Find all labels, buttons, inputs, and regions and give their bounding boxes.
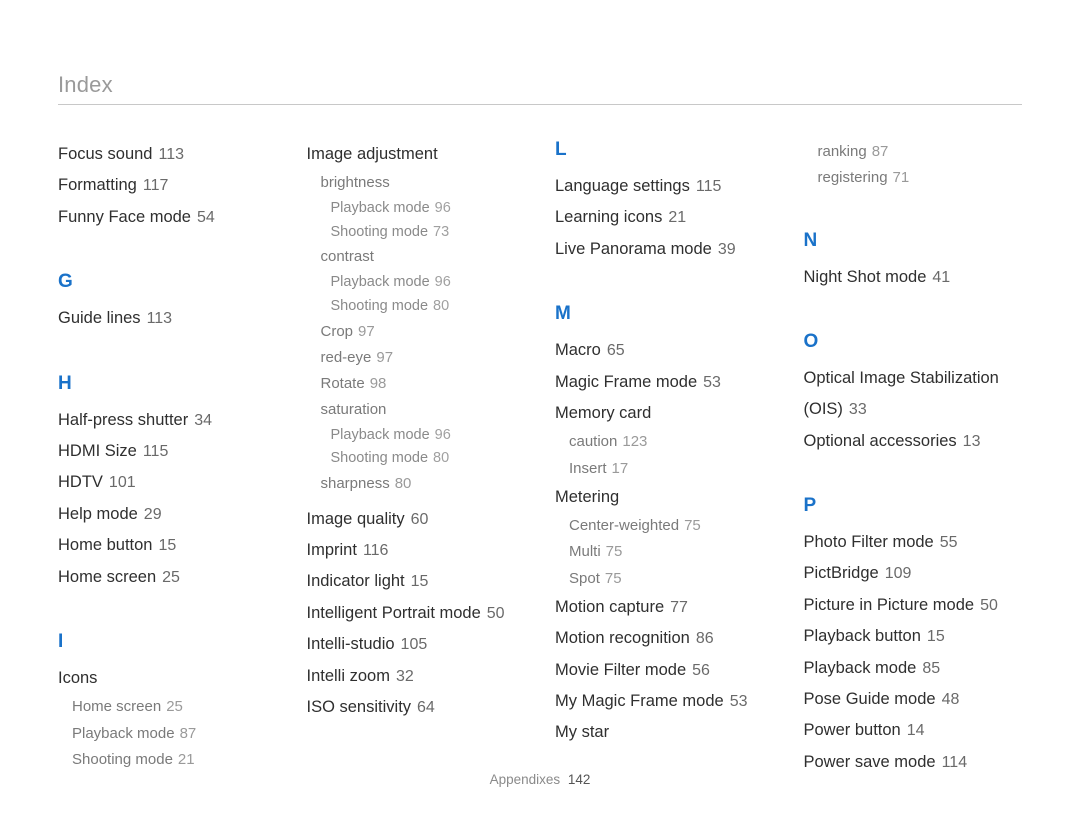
index-subentry: brightness [321, 170, 526, 196]
index-entry: Intelligent Portrait mode50 [307, 598, 526, 629]
index-letter-g: G [58, 271, 277, 293]
index-subsubentry: Shooting mode80 [331, 295, 526, 319]
index-entry: Home button15 [58, 530, 277, 561]
index-subentry: registering71 [818, 165, 1023, 191]
index-entry: Icons [58, 663, 277, 694]
index-entry: Playback mode85 [804, 653, 1023, 684]
index-entry: Imprint116 [307, 535, 526, 566]
index-subentry: Insert17 [569, 456, 774, 482]
index-entry: Focus sound113 [58, 139, 277, 170]
index-entry: Intelli-studio105 [307, 629, 526, 660]
footer-label: Appendixes [490, 772, 561, 787]
index-entry: Formatting117 [58, 170, 277, 201]
index-subentry: red-eye97 [321, 345, 526, 371]
index-columns: Focus sound113 Formatting117 Funny Face … [58, 139, 1022, 778]
index-subsubentry: Playback mode96 [331, 197, 526, 221]
index-entry: Optional accessories13 [804, 426, 1023, 457]
index-entry: Optical Image Stabilization (OIS)33 [804, 363, 1023, 426]
index-entry: Movie Filter mode56 [555, 655, 774, 686]
index-subentry: Playback mode87 [72, 721, 277, 747]
index-subentry: Multi75 [569, 539, 774, 565]
index-entry: Pose Guide mode48 [804, 684, 1023, 715]
index-entry: Magic Frame mode53 [555, 367, 774, 398]
index-entry: Macro65 [555, 335, 774, 366]
index-subsubentry: Shooting mode80 [331, 447, 526, 471]
index-entry: ISO sensitivity64 [307, 692, 526, 723]
index-column-4: ranking87 registering71 N Night Shot mod… [804, 139, 1023, 778]
index-subentry: Crop97 [321, 319, 526, 345]
index-entry: Photo Filter mode55 [804, 527, 1023, 558]
index-letter-o: O [804, 331, 1023, 353]
index-entry: Metering [555, 482, 774, 513]
footer-page-number: 142 [568, 772, 591, 787]
index-entry: Guide lines113 [58, 303, 277, 334]
index-entry: Half-press shutter34 [58, 405, 277, 436]
index-subentry: saturation [321, 397, 526, 423]
index-entry: Power button14 [804, 715, 1023, 746]
index-entry: My star [555, 717, 774, 748]
page-footer: Appendixes 142 [0, 772, 1080, 787]
index-letter-l: L [555, 139, 774, 161]
index-entry: Memory card [555, 398, 774, 429]
index-subsubentry: Playback mode96 [331, 271, 526, 295]
index-entry: Language settings115 [555, 171, 774, 202]
index-subentry: Rotate98 [321, 371, 526, 397]
index-entry: Live Panorama mode39 [555, 234, 774, 265]
index-subentry: caution123 [569, 429, 774, 455]
index-column-1: Focus sound113 Formatting117 Funny Face … [58, 139, 277, 778]
page-title: Index [58, 72, 1022, 105]
index-subentry: Spot75 [569, 566, 774, 592]
index-letter-h: H [58, 373, 277, 395]
index-entry: Playback button15 [804, 621, 1023, 652]
index-letter-m: M [555, 303, 774, 325]
index-subentry: Home screen25 [72, 694, 277, 720]
index-letter-n: N [804, 230, 1023, 252]
index-subsubentry: Shooting mode73 [331, 221, 526, 245]
index-subentry: sharpness80 [321, 471, 526, 497]
index-subsubentry: Playback mode96 [331, 424, 526, 448]
index-entry: HDMI Size115 [58, 436, 277, 467]
index-entry: Night Shot mode41 [804, 262, 1023, 293]
index-entry: PictBridge109 [804, 558, 1023, 589]
index-entry: My Magic Frame mode53 [555, 686, 774, 717]
index-column-3: L Language settings115 Learning icons21 … [555, 139, 774, 778]
index-column-2: Image adjustment brightness Playback mod… [307, 139, 526, 778]
index-entry: Motion recognition86 [555, 623, 774, 654]
index-entry: HDTV101 [58, 467, 277, 498]
index-entry: Picture in Picture mode50 [804, 590, 1023, 621]
index-letter-p: P [804, 495, 1023, 517]
index-entry: Indicator light15 [307, 566, 526, 597]
index-subentry: contrast [321, 244, 526, 270]
index-entry: Help mode29 [58, 499, 277, 530]
index-entry: Motion capture77 [555, 592, 774, 623]
index-subentry: Shooting mode21 [72, 747, 277, 773]
index-subentry: ranking87 [818, 139, 1023, 165]
index-entry: Intelli zoom32 [307, 661, 526, 692]
index-subentry: Center-weighted75 [569, 513, 774, 539]
index-entry: Home screen25 [58, 562, 277, 593]
index-page: Index Focus sound113 Formatting117 Funny… [0, 0, 1080, 815]
index-entry: Learning icons21 [555, 202, 774, 233]
index-letter-i: I [58, 631, 277, 653]
index-entry: Funny Face mode54 [58, 202, 277, 233]
index-entry: Image quality60 [307, 504, 526, 535]
index-entry: Image adjustment [307, 139, 526, 170]
